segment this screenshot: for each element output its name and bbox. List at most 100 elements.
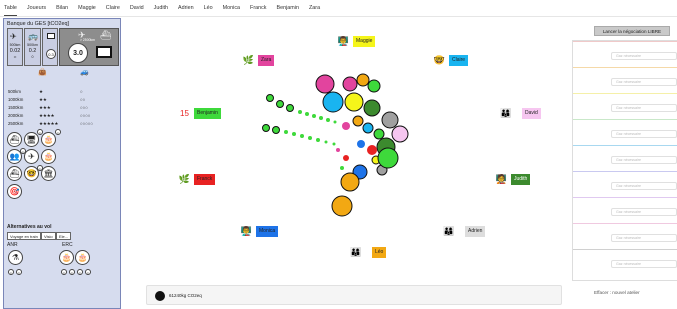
bank-box-screen[interactable]: 0.3 bbox=[42, 28, 58, 66]
offer-row: Gaz nécessaire bbox=[573, 145, 677, 174]
offer-input[interactable]: Gaz nécessaire bbox=[611, 182, 677, 190]
tab-table[interactable]: Table bbox=[4, 1, 17, 16]
top-tab-bar: Table Joueurs Bilan Maggie Claire David … bbox=[0, 0, 677, 17]
token-dot bbox=[300, 134, 304, 138]
offer-row: Gaz nécessaire bbox=[573, 41, 677, 70]
plane-icon: ✈ bbox=[10, 32, 17, 41]
token-blob bbox=[376, 164, 388, 176]
player-name: Monica bbox=[256, 226, 279, 237]
token-blob bbox=[367, 79, 381, 93]
plane-icon[interactable]: ✈ bbox=[24, 149, 39, 164]
offer-input[interactable]: Gaz nécessaire bbox=[611, 208, 677, 216]
target-icon[interactable]: 🎯 bbox=[7, 184, 22, 199]
screen-icon[interactable]: 🖥 bbox=[24, 132, 39, 147]
player-franck[interactable]: 🌿 Franck bbox=[178, 174, 216, 185]
token-blob bbox=[344, 92, 364, 112]
cake-icon[interactable]: 🎂 bbox=[59, 250, 74, 265]
bank-title: Banque du GES [tCO2eq] bbox=[7, 21, 70, 27]
player-judith[interactable]: 🧑‍🏫 Judith bbox=[495, 174, 531, 185]
ship-icon[interactable]: ⛴ bbox=[7, 166, 22, 181]
token-dot bbox=[292, 132, 296, 136]
tab-bilan[interactable]: Bilan bbox=[56, 0, 68, 17]
offer-divider bbox=[573, 249, 677, 250]
token-blob bbox=[340, 172, 360, 192]
player-leo[interactable]: 👨‍👩‍👦 Léo bbox=[343, 247, 387, 258]
token-dot bbox=[308, 136, 312, 140]
tab-adrien[interactable]: Adrien bbox=[178, 0, 194, 17]
clear-workshop-link[interactable]: Effacer : nouvel atelier bbox=[594, 290, 640, 295]
offer-row: Gaz nécessaire bbox=[573, 67, 677, 96]
player-david[interactable]: 👨‍👩‍👦 David bbox=[493, 108, 541, 119]
tab-david[interactable]: David bbox=[130, 0, 144, 17]
offer-input[interactable]: Gaz nécessaire bbox=[611, 260, 677, 268]
tab-maggie[interactable]: Maggie bbox=[78, 0, 96, 17]
tab-franck[interactable]: Franck bbox=[250, 0, 266, 17]
km-header: 👜 🚙 bbox=[4, 68, 120, 78]
cake-icon[interactable]: 🎂 bbox=[75, 250, 90, 265]
player-monica[interactable]: 👨‍🏫 Monica bbox=[240, 226, 279, 237]
player-adrien[interactable]: 👨‍👩‍👦 Adrien bbox=[436, 226, 486, 237]
ship-icon[interactable]: ⛴ bbox=[7, 132, 22, 147]
offer-input[interactable]: Gaz nécessaire bbox=[611, 130, 677, 138]
alt-label-erc: ERC bbox=[62, 242, 73, 248]
group-icon: 👨‍👩‍👦 bbox=[350, 247, 362, 257]
small-badge-icon: • bbox=[8, 269, 14, 275]
tab-judith[interactable]: Judith bbox=[154, 0, 168, 17]
offer-input[interactable]: Gaz nécessaire bbox=[611, 156, 677, 164]
offer-divider bbox=[573, 119, 677, 120]
person-icon: 🧑‍🏫 bbox=[495, 174, 508, 184]
tab-joueurs[interactable]: Joueurs bbox=[27, 0, 46, 17]
bank-box-selected[interactable]: ✈ ⛴ > 2500km 3.0 bbox=[59, 28, 119, 66]
tab-benjamin[interactable]: Benjamin bbox=[277, 0, 299, 17]
offer-input[interactable]: Gaz nécessaire bbox=[611, 52, 677, 60]
selected-distance-label: > 2500km bbox=[80, 38, 95, 42]
player-claire[interactable]: 🤓 Claire bbox=[433, 55, 469, 66]
offer-divider bbox=[573, 93, 677, 94]
player-maggie[interactable]: 👨‍🏫 Maggie bbox=[337, 36, 376, 47]
cake-icon[interactable]: 🎂 bbox=[41, 132, 56, 147]
tab-claire[interactable]: Claire bbox=[106, 0, 120, 17]
tab-zara[interactable]: Zara bbox=[309, 0, 320, 17]
token-trail-benjamin bbox=[262, 94, 337, 146]
offer-input[interactable]: Gaz nécessaire bbox=[611, 234, 677, 242]
small-badge-icon: • bbox=[16, 269, 22, 275]
bank-box-value: 0.02 bbox=[9, 48, 21, 54]
km-stars: ★★★ bbox=[39, 105, 51, 110]
player-zara[interactable]: 🌿 Zara bbox=[242, 55, 275, 66]
token-dot bbox=[272, 126, 280, 134]
token-blob bbox=[363, 99, 381, 117]
bank-box-500-b[interactable]: 🚌 500km 0.2 0 bbox=[24, 28, 41, 66]
km-circles: ○○ bbox=[80, 97, 86, 102]
player-benjamin[interactable]: 15 Benjamin bbox=[178, 108, 221, 119]
tab-leo[interactable]: Léo bbox=[204, 0, 213, 17]
alt-ele-button[interactable]: Ele... bbox=[56, 232, 72, 240]
km-row: 1500km ★★★ ○○○ bbox=[8, 105, 120, 112]
km-row: 500km ★ ○ bbox=[8, 89, 120, 96]
token-blob bbox=[362, 122, 374, 134]
player-name: Claire bbox=[449, 55, 469, 66]
plant-icon: 🌿 bbox=[242, 55, 255, 65]
token-blob bbox=[343, 155, 349, 161]
screen-icon bbox=[96, 46, 112, 58]
km-circles: ○○○○ bbox=[80, 113, 91, 118]
token-dot bbox=[319, 116, 323, 120]
bank-box-500-a[interactable]: ✈ 500km 0.02 ∞ bbox=[7, 28, 23, 66]
token-blob bbox=[381, 111, 399, 129]
launch-negotiation-button[interactable]: Lancer la négociation LIBRE bbox=[594, 26, 670, 36]
cake-icon[interactable]: 🎂 bbox=[41, 149, 56, 164]
alt-label-anr: ANR bbox=[7, 242, 18, 248]
token-dot bbox=[266, 94, 274, 102]
science-icon[interactable]: ⚗ bbox=[8, 250, 23, 265]
offer-input[interactable]: Gaz nécessaire bbox=[611, 78, 677, 86]
small-badge-icon: • bbox=[20, 148, 26, 154]
alt-train-button[interactable]: Voyage en train bbox=[7, 232, 41, 240]
offer-input[interactable]: Gaz nécessaire bbox=[611, 104, 677, 112]
km-circles: ○○○ bbox=[80, 105, 88, 110]
building-icon[interactable]: 🏛 bbox=[41, 166, 56, 181]
bank-box-label: 500km bbox=[27, 43, 38, 47]
km-label: 1000km bbox=[8, 97, 24, 102]
alt-visio-button[interactable]: Visio bbox=[41, 232, 56, 240]
tab-monica[interactable]: Monica bbox=[223, 0, 240, 17]
km-stars: ★★ bbox=[39, 97, 47, 102]
token-dot bbox=[298, 110, 302, 114]
